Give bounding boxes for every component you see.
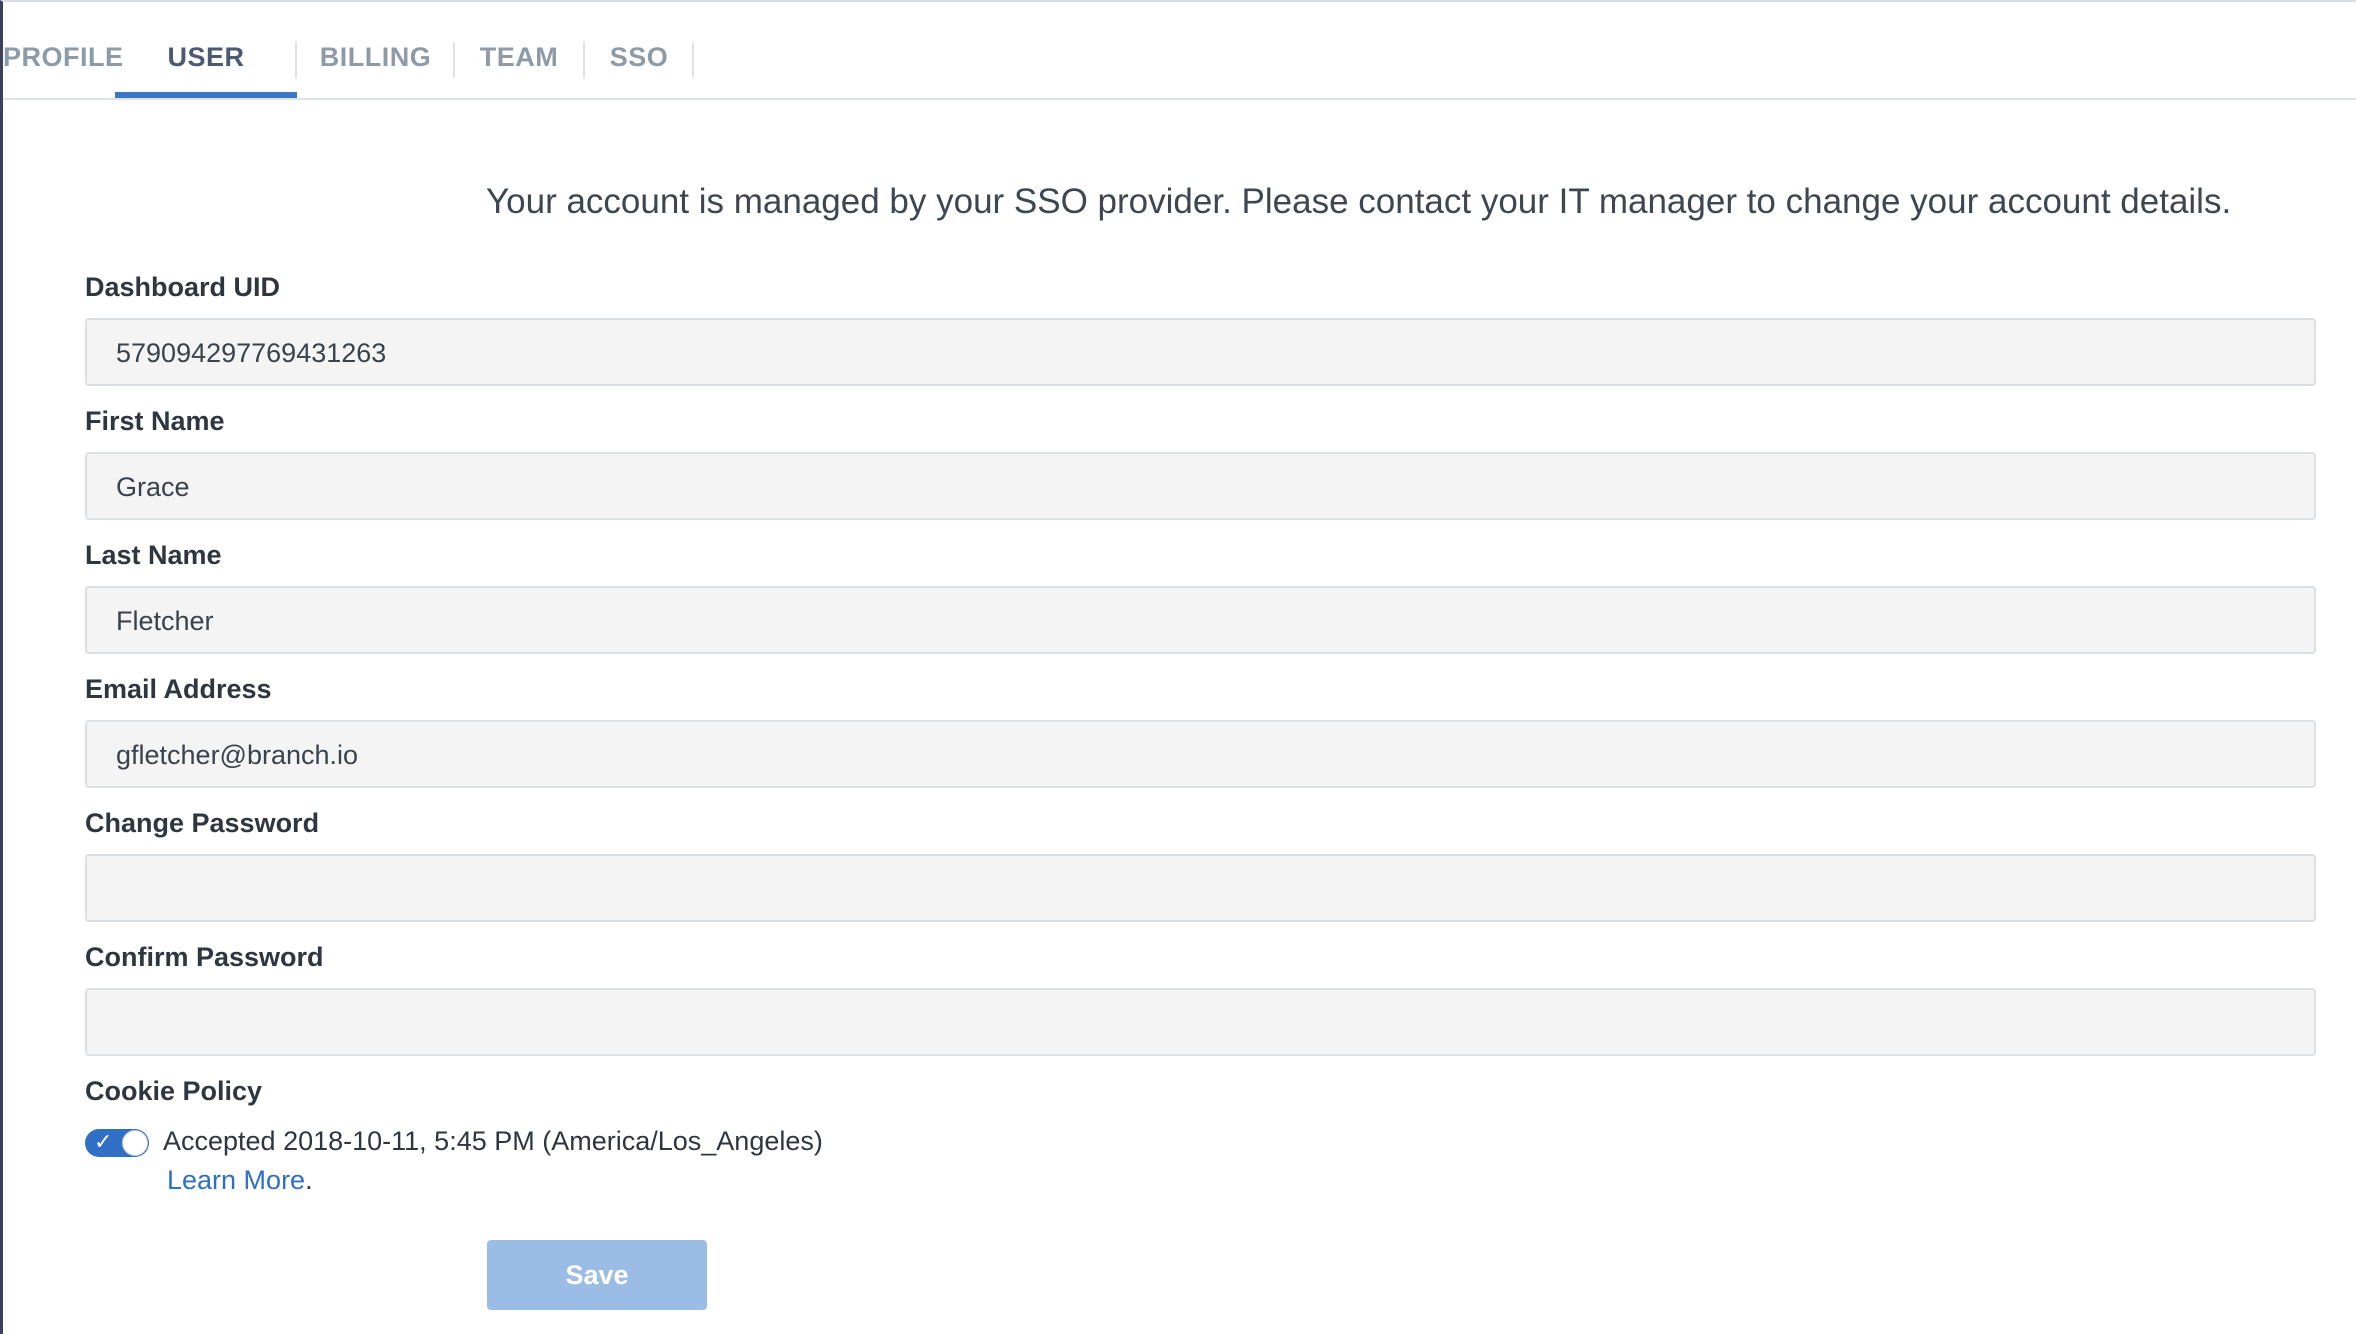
save-button[interactable]: Save [487,1240,707,1310]
settings-tabs: PROFILE USER BILLING TEAM SSO [3,18,2356,100]
last-name-label: Last Name [85,540,222,570]
first-name-field[interactable]: Grace [85,452,2316,520]
cookie-policy-label: Cookie Policy [85,1076,263,1106]
confirm-password-label: Confirm Password [85,942,324,972]
uid-field[interactable]: 579094297769431263 [85,318,2316,386]
sso-notice: Your account is managed by your SSO prov… [486,182,2232,221]
toggle-knob [122,1130,148,1156]
change-password-label: Change Password [85,808,320,838]
uid-label: Dashboard UID [85,272,281,302]
user-settings-page: PROFILE USER BILLING TEAM SSO Your accou… [0,0,2356,1334]
last-name-field[interactable]: Fletcher [85,586,2316,654]
learn-more-line: Learn More. [167,1165,313,1196]
learn-more-link[interactable]: Learn More [167,1165,305,1195]
tab-team[interactable]: TEAM [455,18,583,98]
tab-billing[interactable]: BILLING [297,18,454,98]
cookie-policy-toggle[interactable]: ✓ [85,1129,149,1157]
confirm-password-field[interactable] [85,988,2316,1056]
cookie-accepted-text: Accepted 2018-10-11, 5:45 PM (America/Lo… [163,1126,823,1156]
tab-sso[interactable]: SSO [585,18,693,98]
email-label: Email Address [85,674,272,704]
email-field[interactable]: gfletcher@branch.io [85,720,2316,788]
tab-user[interactable]: USER [115,18,297,98]
tab-profile[interactable]: PROFILE [3,18,123,98]
checkmark-icon: ✓ [94,1130,113,1155]
first-name-label: First Name [85,406,225,436]
change-password-field[interactable] [85,854,2316,922]
tab-separator [692,42,694,78]
learn-more-suffix: . [305,1165,313,1195]
